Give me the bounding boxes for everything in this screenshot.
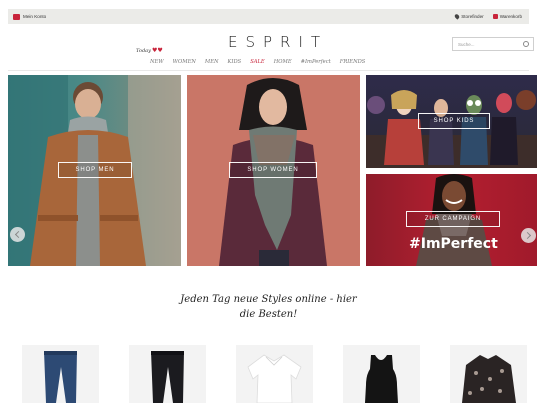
jeans-black-icon (151, 351, 184, 403)
shopping-bag-icon (492, 14, 498, 19)
black-tank-top-icon (365, 355, 398, 403)
shop-women-button[interactable]: SHOP WOMEN (229, 162, 317, 178)
nav-item-men[interactable]: MEN (205, 59, 219, 65)
header-divider (8, 70, 529, 71)
shop-men-button[interactable]: SHOP MEN (58, 162, 132, 178)
today-label: Today (136, 47, 151, 54)
carousel-prev-arrow-icon[interactable] (10, 227, 25, 242)
product-card-white-shirt[interactable] (236, 345, 313, 403)
nav-item-sale[interactable]: SALE (250, 59, 265, 65)
printed-blouse-icon (462, 355, 516, 403)
nav-item-new[interactable]: NEW (150, 59, 164, 65)
nav-item-women[interactable]: WOMEN (173, 59, 196, 65)
search-input[interactable]: Suche... (452, 37, 534, 51)
nav-item-imperfect[interactable]: #ImPerfect (301, 59, 331, 65)
campaign-button[interactable]: ZUR CAMPAIGN (406, 211, 500, 227)
campaign-hashtag: #ImPerfect (409, 236, 498, 252)
search-icon[interactable] (523, 41, 529, 47)
today-badge: Today ♥♥ (136, 47, 163, 54)
main-navigation: NEW WOMEN MEN KIDS SALE HOME #ImPerfect … (150, 59, 365, 65)
nav-item-kids[interactable]: KIDS (228, 59, 242, 65)
hero-tile-campaign[interactable]: ZUR CAMPAIGN #ImPerfect (366, 174, 537, 266)
shop-kids-button[interactable]: SHOP KIDS (418, 113, 490, 129)
account-link[interactable]: Mein Konto (13, 13, 47, 20)
white-shirt-icon (247, 354, 302, 403)
nav-item-friends[interactable]: FRIENDS (340, 59, 366, 65)
tagline-line-2: die Besten! (239, 309, 298, 320)
product-card-jeans-black[interactable] (129, 345, 206, 403)
carousel-next-arrow-icon[interactable] (521, 228, 536, 243)
product-card-printed-blouse[interactable] (450, 345, 527, 403)
product-card-jeans-blue[interactable] (22, 345, 99, 403)
nav-item-home[interactable]: HOME (274, 59, 292, 65)
account-label: Mein Konto (23, 14, 47, 19)
tagline-line-1: Jeden Tag neue Styles online - hier (180, 294, 357, 305)
store-finder-link[interactable]: Storefinder (454, 13, 484, 20)
product-card-black-tank-top[interactable] (343, 345, 420, 403)
location-pin-icon (454, 13, 461, 20)
cart-label: Warenkorb (499, 14, 522, 19)
top-utility-bar: Mein Konto Storefinder Warenkorb (8, 9, 529, 24)
account-icon (13, 13, 20, 20)
cart-link[interactable]: Warenkorb (492, 14, 522, 19)
jeans-blue-icon (44, 351, 77, 403)
hero-tile-women[interactable]: SHOP WOMEN (187, 75, 360, 266)
search-placeholder: Suche... (458, 42, 475, 47)
hearts-icon: ♥♥ (151, 47, 163, 54)
esprit-logo[interactable]: ESPRIT (228, 33, 328, 51)
hero-tile-kids[interactable]: SHOP KIDS (366, 75, 537, 168)
store-finder-label: Storefinder (461, 14, 484, 19)
tagline: Jeden Tag neue Styles online - hier die … (0, 292, 537, 322)
hero-tile-men[interactable]: SHOP MEN (8, 75, 181, 266)
